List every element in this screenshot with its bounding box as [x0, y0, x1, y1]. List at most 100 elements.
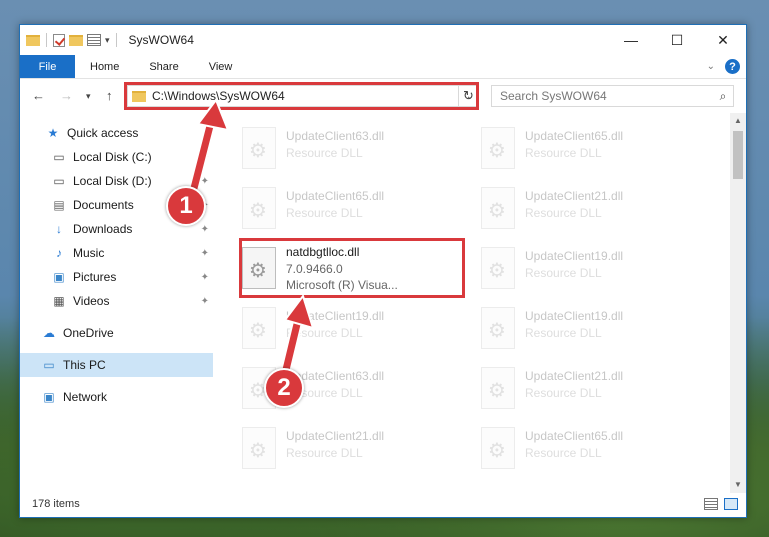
sidebar-item-videos[interactable]: ▦ Videos ✦ — [20, 289, 213, 313]
sidebar-item-label: Local Disk (C:) — [73, 150, 152, 164]
documents-icon: ▤ — [53, 198, 65, 212]
sidebar-item-label: Network — [63, 390, 108, 404]
dll-file-icon — [242, 127, 276, 169]
folder-icon — [26, 34, 40, 46]
sidebar-item-label: Quick access — [67, 126, 139, 140]
close-button[interactable]: ✕ — [700, 25, 746, 55]
file-name: UpdateClient21.dll — [525, 189, 624, 203]
file-description: Resource DLL — [286, 446, 363, 460]
videos-icon: ▦ — [53, 294, 65, 308]
chevron-down-icon[interactable]: ▾ — [105, 35, 110, 46]
pin-icon[interactable]: ✦ — [201, 248, 209, 259]
drive-icon: ▭ — [53, 174, 65, 188]
scroll-up-icon[interactable]: ▲ — [730, 113, 746, 129]
file-name: UpdateClient65.dll — [286, 189, 385, 203]
list-item[interactable]: UpdateClient65.dll Resource DLL — [481, 123, 711, 175]
sidebar-item-this-pc[interactable]: ▭ This PC — [20, 353, 213, 377]
list-item[interactable]: UpdateClient19.dll Resource DLL — [481, 243, 711, 295]
navigation-pane: ★ Quick access ▭ Local Disk (C:) ✦ ▭ Loc… — [20, 113, 213, 493]
window-title: SysWOW64 — [128, 33, 194, 47]
file-description: Resource DLL — [286, 146, 363, 160]
item-count: 178 items — [32, 498, 80, 510]
tiles-view-icon[interactable] — [724, 498, 738, 510]
tab-share[interactable]: Share — [134, 55, 193, 78]
navigation-bar: ← → ▾ ↑ C:\Windows\SysWOW64 ⌄ ↻ Search S… — [20, 79, 746, 113]
search-icon[interactable]: ⌕ — [713, 89, 733, 104]
toolbar-divider — [115, 33, 117, 47]
file-description: Resource DLL — [525, 446, 602, 460]
search-input[interactable]: Search SysWOW64 — [500, 89, 713, 103]
ribbon-right: ⌄ ? — [707, 59, 740, 74]
list-item[interactable]: UpdateClient21.dll Resource DLL — [481, 183, 711, 235]
file-name: UpdateClient63.dll — [286, 129, 385, 143]
title-bar: ▾ SysWOW64 — ☐ ✕ — [20, 25, 746, 55]
file-name: UpdateClient21.dll — [286, 429, 385, 443]
pin-icon[interactable]: ✦ — [201, 224, 209, 235]
pin-icon[interactable]: ✦ — [201, 296, 209, 307]
sidebar-item-local-disk-c[interactable]: ▭ Local Disk (C:) ✦ — [20, 145, 213, 169]
scrollbar-thumb[interactable] — [733, 131, 743, 179]
list-item[interactable]: UpdateClient65.dll Resource DLL — [242, 183, 472, 235]
list-item[interactable]: UpdateClient65.dll Resource DLL — [481, 423, 711, 475]
details-view-icon[interactable] — [704, 498, 718, 510]
back-arrow-icon[interactable]: ← — [32, 88, 45, 103]
forward-arrow-icon[interactable]: → — [60, 88, 73, 103]
list-item[interactable]: UpdateClient19.dll Resource DLL — [481, 303, 711, 355]
step-marker-1: 1 — [166, 186, 206, 226]
dll-file-icon — [481, 427, 515, 469]
file-name: UpdateClient19.dll — [525, 309, 624, 323]
pin-icon[interactable]: ✦ — [201, 152, 209, 163]
list-item[interactable]: UpdateClient21.dll Resource DLL — [242, 423, 472, 475]
file-name: UpdateClient21.dll — [525, 369, 624, 383]
dll-file-icon — [242, 187, 276, 229]
sidebar-item-label: Videos — [73, 294, 110, 308]
file-description: Resource DLL — [286, 326, 363, 340]
tab-view[interactable]: View — [194, 55, 248, 78]
star-icon: ★ — [47, 126, 59, 140]
music-icon: ♪ — [56, 246, 62, 260]
pin-icon[interactable]: ✦ — [201, 272, 209, 283]
search-box[interactable]: Search SysWOW64 ⌕ — [491, 85, 734, 107]
file-description: Resource DLL — [286, 206, 363, 220]
sidebar-item-label: Local Disk (D:) — [73, 174, 152, 188]
file-name: UpdateClient19.dll — [525, 249, 624, 263]
ribbon-tabs: File Home Share View ⌄ ? — [20, 55, 746, 79]
sidebar-item-network[interactable]: ▣ Network — [20, 385, 213, 409]
file-description: Resource DLL — [525, 206, 602, 220]
help-icon[interactable]: ? — [725, 59, 740, 74]
sidebar-item-onedrive[interactable]: ☁ OneDrive — [20, 321, 213, 345]
tab-file[interactable]: File — [20, 55, 75, 78]
minimize-button[interactable]: — — [608, 25, 654, 55]
properties-check-icon[interactable] — [53, 33, 65, 47]
maximize-button[interactable]: ☐ — [654, 25, 700, 55]
pin-icon[interactable]: ✦ — [201, 176, 209, 187]
drive-icon: ▭ — [53, 150, 65, 164]
file-description: Resource DLL — [525, 266, 602, 280]
dll-file-icon — [481, 307, 515, 349]
list-item[interactable]: UpdateClient19.dll Resource DLL — [242, 303, 472, 355]
list-item[interactable]: UpdateClient21.dll Resource DLL — [481, 363, 711, 415]
sidebar-item-quick-access[interactable]: ★ Quick access — [20, 121, 213, 145]
quick-access-toolbar: ▾ — [26, 33, 119, 47]
pictures-icon: ▣ — [53, 270, 65, 284]
download-icon: ↓ — [56, 222, 62, 236]
sidebar-item-label: Documents — [73, 198, 134, 212]
status-bar: 178 items — [20, 491, 746, 517]
sidebar-item-label: Downloads — [73, 222, 133, 236]
dll-file-icon — [481, 127, 515, 169]
window-controls: — ☐ ✕ — [608, 25, 746, 55]
file-name: UpdateClient65.dll — [525, 129, 624, 143]
customize-icon[interactable] — [87, 34, 101, 46]
sidebar-item-label: OneDrive — [63, 326, 114, 340]
up-arrow-icon[interactable]: ↑ — [106, 88, 113, 103]
new-folder-icon[interactable] — [69, 34, 83, 46]
file-description: Resource DLL — [525, 146, 602, 160]
sidebar-item-pictures[interactable]: ▣ Pictures ✦ — [20, 265, 213, 289]
sidebar-item-music[interactable]: ♪ Music ✦ — [20, 241, 213, 265]
expand-ribbon-icon[interactable]: ⌄ — [707, 61, 715, 72]
tab-home[interactable]: Home — [75, 55, 134, 78]
network-icon: ▣ — [43, 390, 55, 404]
recent-locations-icon[interactable]: ▾ — [86, 91, 91, 102]
vertical-scrollbar[interactable]: ▲ ▼ — [730, 113, 746, 493]
list-item[interactable]: UpdateClient63.dll Resource DLL — [242, 123, 472, 175]
